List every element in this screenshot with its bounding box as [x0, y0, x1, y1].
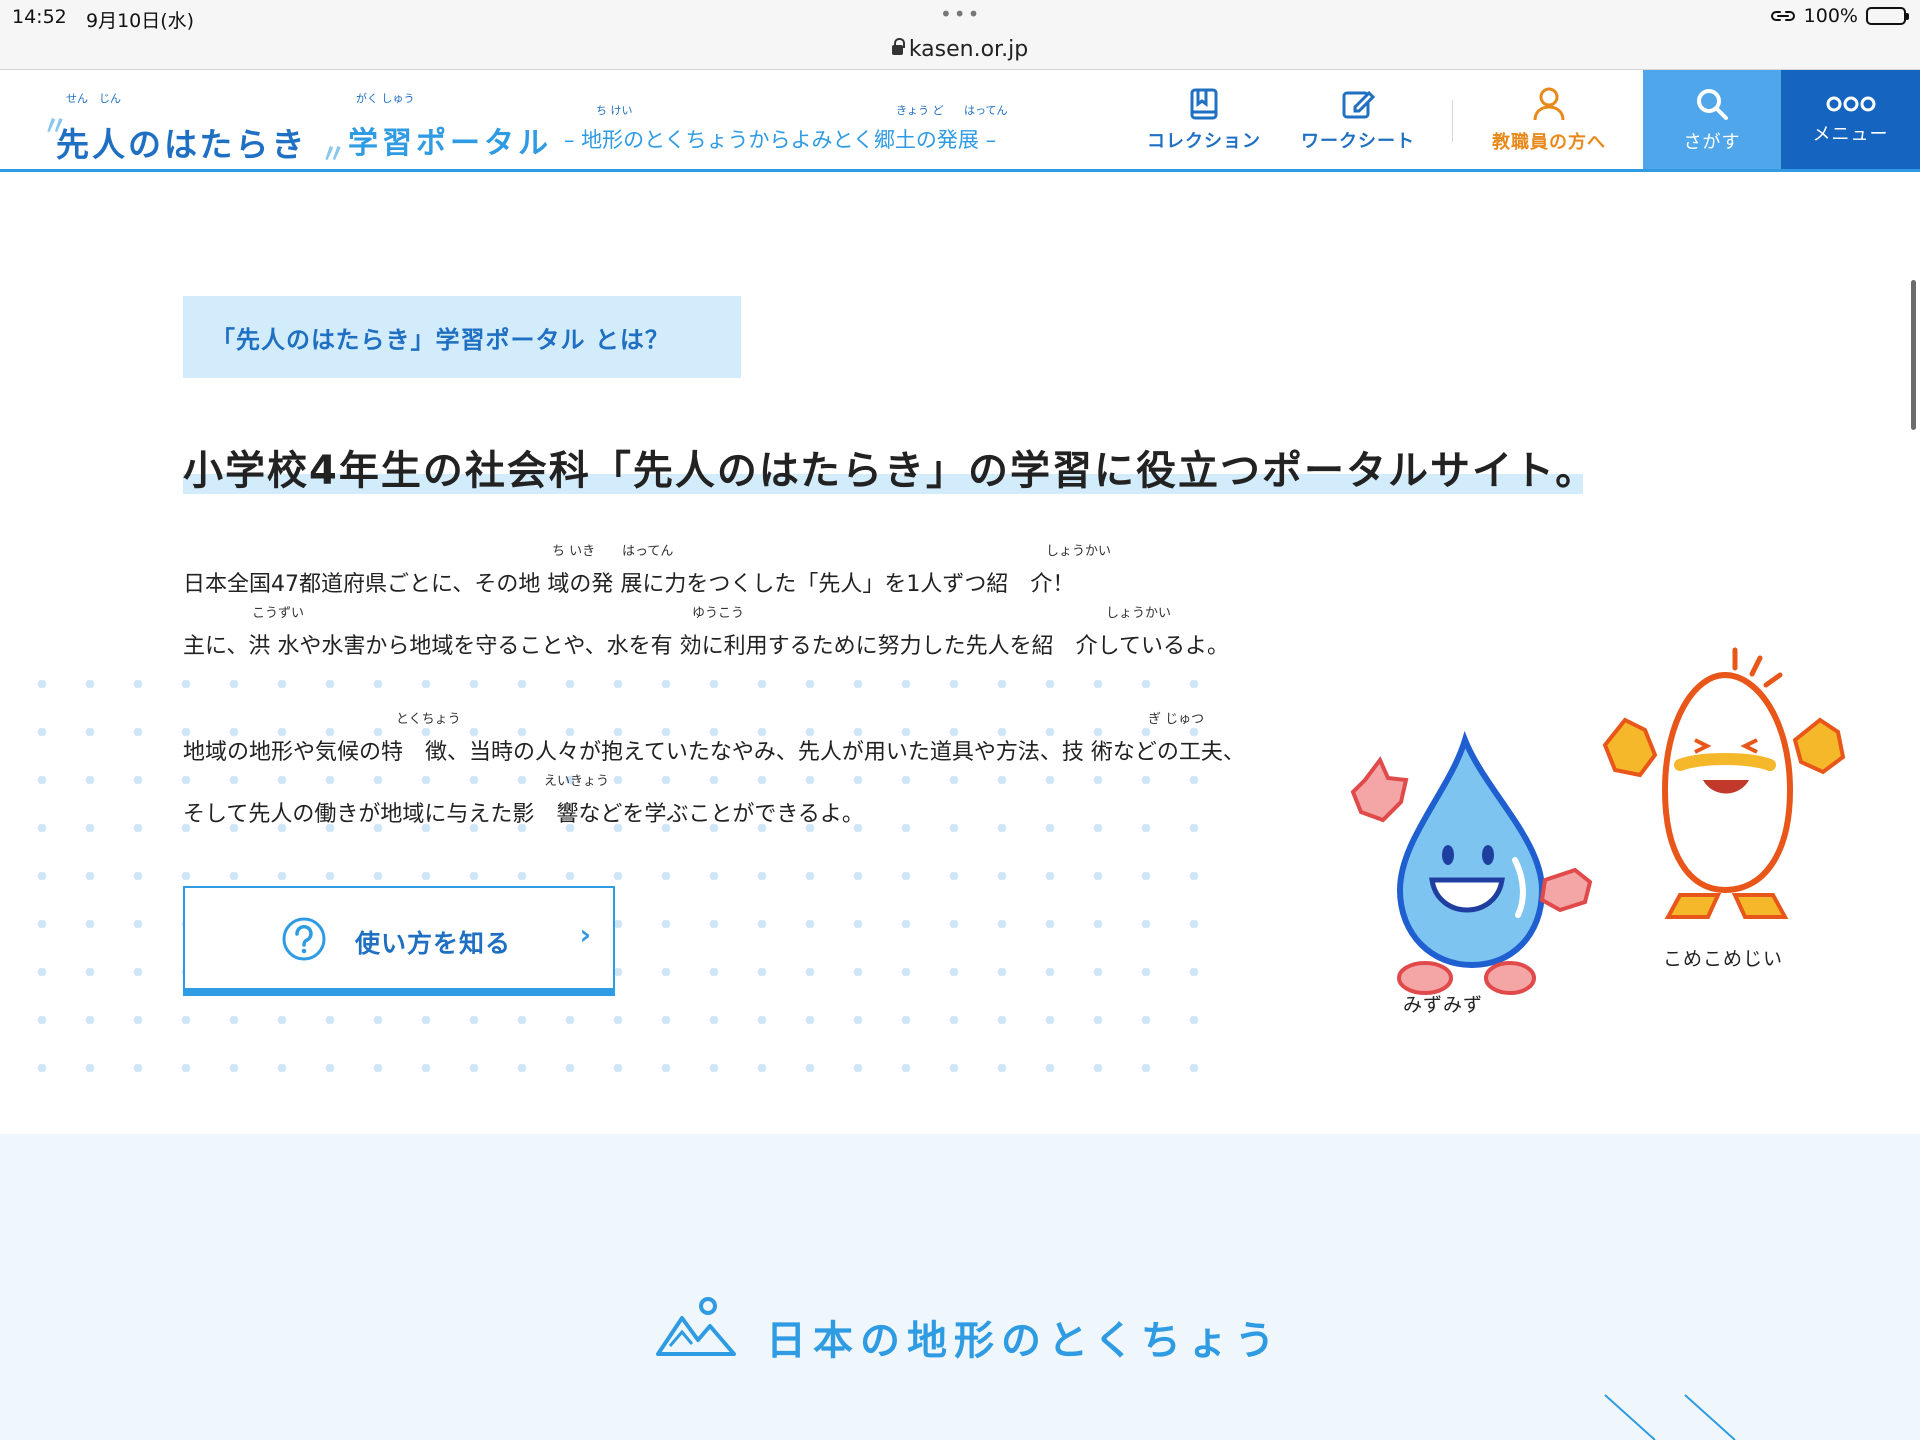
search-icon: [1697, 88, 1728, 120]
nav-worksheet[interactable]: ワークシート: [1290, 70, 1426, 169]
nav-search-button[interactable]: さがす: [1643, 70, 1781, 169]
person-icon: [1533, 87, 1565, 120]
intro-paragraph-1: 日本全国47都道府県ごとに、その地 域の発 展に力をつくした「先人」を1人ずつ紹…: [183, 572, 1075, 597]
nav-teachers[interactable]: 教職員の方へ: [1474, 70, 1624, 169]
status-date: 9月10日(水): [86, 10, 195, 32]
battery-icon: [1866, 7, 1909, 25]
mizumizu-character-illustration: [1350, 730, 1593, 995]
nav-collection[interactable]: コレクション: [1140, 70, 1268, 169]
decorative-lines: [1604, 1394, 1736, 1440]
intro-section-tag: 「先人のはたらき」学習ポータル とは？: [183, 296, 741, 378]
ruby-text: はってん: [622, 544, 674, 559]
how-to-use-label: 使い方を知る: [355, 929, 512, 958]
nav-search-label: さがす: [1683, 131, 1741, 153]
ruby-text: こうずい: [252, 606, 305, 621]
nav-menu-label: メニュー: [1812, 123, 1889, 145]
status-right: 100%: [1770, 5, 1909, 27]
dot-pattern-background: [18, 660, 1208, 1110]
url-bar[interactable]: kasen.or.jp: [0, 36, 1920, 70]
mountain-icon: [656, 1297, 736, 1356]
url-text[interactable]: kasen.or.jp: [909, 37, 1028, 62]
site-header: せん じん がく しゅう 〃 先人のはたらき 〃 学習ポータル ち けい きょう…: [0, 70, 1920, 172]
ruby-text: ち いき: [552, 544, 596, 559]
logo-portal-ruby: がく しゅう: [356, 92, 415, 105]
intro-paragraph-4: そして先人の働きが地域に与えた影 響などを学ぶことができるよ。: [183, 802, 864, 827]
edit-icon: [1342, 90, 1375, 118]
nav-collection-label: コレクション: [1147, 130, 1261, 152]
logo-portal-text: 学習ポータル: [348, 126, 552, 161]
status-bar: 14:52 9月10日(水) ••• 100%: [0, 0, 1920, 36]
intro-paragraph-2: 主に、洪 水や水害から地域を守ることや、水を有 効に利用するために努力した先人を…: [183, 634, 1230, 659]
help-question-icon: [282, 917, 326, 961]
nav-divider: [1452, 100, 1453, 142]
more-dots-icon: [1826, 96, 1875, 111]
intro-headline: 小学校4年生の社会科「先人のはたらき」の学習に役立つポータルサイト。: [183, 448, 1598, 494]
intro-paragraph-3: 地域の地形や気候の特 徴、当時の人々が抱えていたなやみ、先人が用いた道具や方法、…: [183, 740, 1245, 765]
ruby-text: ぎ じゅつ: [1148, 712, 1205, 727]
logo-subtitle: – 地形のとくちょうからよみとく郷土の発展 –: [564, 128, 997, 152]
logo-sub-ruby: ち けい: [596, 104, 633, 117]
ruby-text: しょうかい: [1106, 606, 1172, 621]
logo-main-text: 先人のはたらき: [56, 125, 308, 164]
multitasking-dots-icon[interactable]: •••: [940, 2, 981, 26]
nav-menu-button[interactable]: メニュー: [1781, 70, 1920, 169]
how-to-use-button[interactable]: 使い方を知る ›: [183, 886, 615, 996]
lock-icon: [891, 38, 905, 55]
nav-teachers-label: 教職員の方へ: [1492, 131, 1606, 153]
ruby-text: ゆうこう: [692, 606, 745, 621]
ruby-text: えいきょう: [544, 774, 610, 789]
ruby-text: しょうかい: [1046, 544, 1112, 559]
ruby-text: とくちょう: [396, 712, 461, 727]
book-icon: [1190, 88, 1218, 119]
vertical-scrollbar[interactable]: [1911, 280, 1916, 430]
logo-sub-ruby: きょう ど: [896, 104, 944, 117]
komekomejii-character-illustration: [1602, 647, 1846, 919]
logo-sub-ruby: はってん: [964, 104, 1008, 117]
character-name-mizumizu: みずみず: [1403, 994, 1484, 1016]
link-icon: [1770, 11, 1795, 21]
logo-swoosh-icon: 〃: [320, 140, 347, 170]
battery-percent: 100%: [1803, 5, 1858, 27]
nav-worksheet-label: ワークシート: [1301, 130, 1415, 152]
character-name-komekomejii: こめこめじい: [1663, 948, 1784, 970]
logo-main-ruby: せん じん: [66, 92, 121, 105]
chevron-right-icon: ›: [579, 918, 591, 951]
terrain-section-title: 日本の地形のとくちょう: [766, 1318, 1282, 1364]
status-time: 14:52: [12, 6, 67, 28]
